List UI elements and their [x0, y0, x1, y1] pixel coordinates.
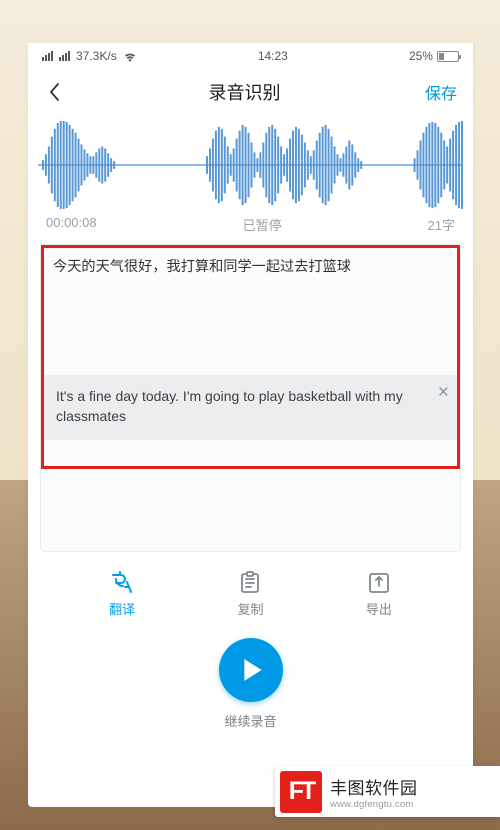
elapsed-time: 00:00:08 — [46, 215, 97, 234]
play-label: 继续录音 — [28, 711, 473, 730]
translate-option[interactable]: 翻译 — [109, 570, 135, 618]
copy-option[interactable]: 复制 — [237, 570, 263, 618]
translate-label: 翻译 — [109, 599, 135, 618]
signal-icon — [42, 51, 53, 61]
watermark-text: 丰图软件园 www.dgfengtu.com — [330, 774, 418, 810]
battery-percent: 25% — [409, 49, 433, 63]
copy-icon — [237, 570, 263, 594]
original-text[interactable]: 今天的天气很好，我打算和同学一起过去打篮球 — [41, 245, 460, 289]
watermark: FT 丰图软件园 www.dgfengtu.com — [275, 766, 500, 817]
translation-box: × It's a fine day today. I'm going to pl… — [44, 375, 457, 440]
waveform[interactable] — [28, 115, 473, 212]
export-label: 导出 — [366, 599, 392, 618]
back-button[interactable] — [44, 82, 64, 102]
watermark-url: www.dgfengtu.com — [330, 799, 418, 810]
play-button[interactable] — [219, 638, 283, 702]
battery-icon — [437, 51, 459, 62]
translation-text: It's a fine day today. I'm going to play… — [56, 388, 403, 424]
chevron-left-icon — [47, 82, 61, 102]
playback-info: 00:00:08 已暂停 21字 — [28, 212, 473, 244]
wifi-icon — [123, 51, 137, 61]
status-time: 14:23 — [258, 49, 288, 63]
export-icon — [366, 570, 392, 594]
options-row: 翻译 复制 导出 — [28, 570, 473, 618]
screenshot-stage: 37.3K/s 14:23 25% 录音识别 保存 — [0, 0, 500, 830]
text-card: 今天的天气很好，我打算和同学一起过去打篮球 × It's a fine day … — [40, 244, 461, 552]
network-speed: 37.3K/s — [76, 49, 117, 63]
export-option[interactable]: 导出 — [366, 570, 392, 618]
close-translation-button[interactable]: × — [438, 383, 449, 402]
status-left: 37.3K/s — [42, 49, 137, 63]
translate-icon — [109, 570, 135, 594]
watermark-logo: FT — [280, 771, 322, 813]
phone-frame: 37.3K/s 14:23 25% 录音识别 保存 — [28, 43, 473, 807]
save-button[interactable]: 保存 — [425, 80, 457, 104]
char-count: 21字 — [428, 215, 455, 234]
playback-state: 已暂停 — [243, 215, 282, 234]
status-bar: 37.3K/s 14:23 25% — [28, 43, 473, 69]
watermark-name: 丰图软件园 — [330, 774, 418, 799]
status-right: 25% — [409, 49, 459, 63]
text-card-wrap: 今天的天气很好，我打算和同学一起过去打篮球 × It's a fine day … — [28, 244, 473, 552]
copy-label: 复制 — [237, 599, 263, 618]
page-title: 录音识别 — [208, 79, 280, 105]
signal-icon-2 — [59, 51, 70, 61]
play-icon — [242, 657, 264, 683]
nav-bar: 录音识别 保存 — [28, 69, 473, 115]
waveform-svg — [38, 119, 463, 212]
